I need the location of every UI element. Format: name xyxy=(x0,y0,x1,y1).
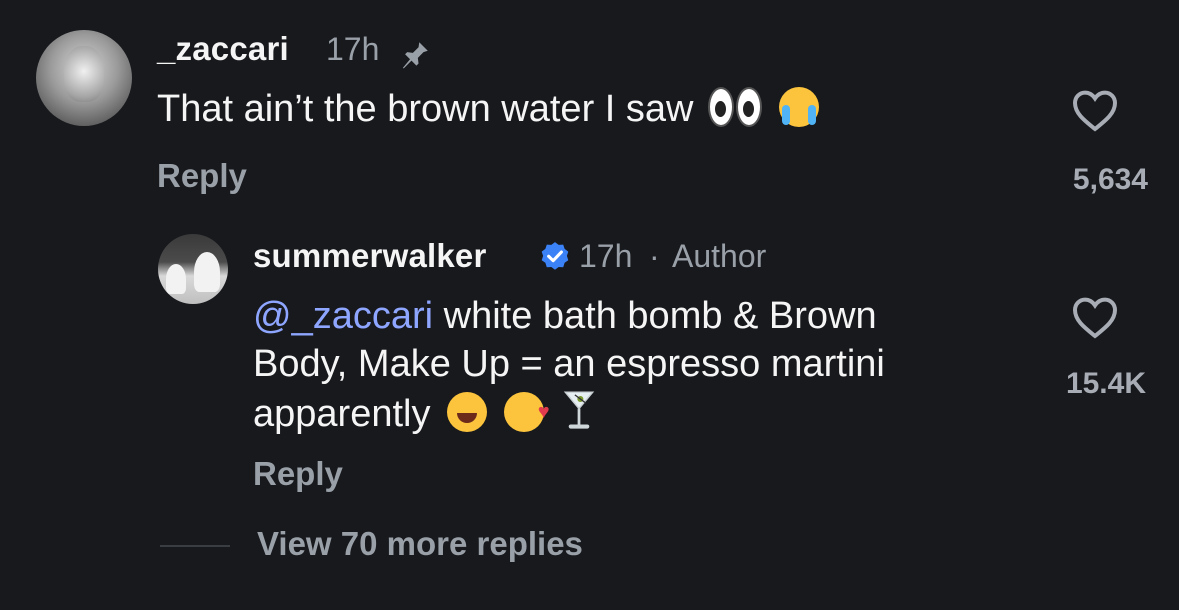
avatar-face xyxy=(64,46,104,102)
verified-badge-icon xyxy=(541,242,569,270)
view-more-replies-button[interactable]: View 70 more replies xyxy=(257,525,583,563)
reply-text-3: apparently xyxy=(253,393,431,435)
reply-line-1: @_zaccari white bath bomb & Brown xyxy=(253,292,885,340)
smiling-face-with-hearts-emoji xyxy=(503,388,550,436)
reply-text-1: white bath bomb & Brown xyxy=(433,295,877,337)
heart-icon-2[interactable] xyxy=(1071,295,1119,339)
comment-body: That ain’t the brown water I saw xyxy=(157,85,819,133)
eyes-emoji xyxy=(708,87,735,127)
avatar-figure xyxy=(166,264,186,294)
reply-username[interactable]: summerwalker xyxy=(253,237,487,275)
reply-body: @_zaccari white bath bomb & Brown Body, … xyxy=(253,292,885,438)
like-count: 5,634 xyxy=(1072,163,1148,196)
tears-of-joy-emoji xyxy=(447,392,488,432)
like-count-2: 15.4K xyxy=(1065,367,1146,400)
thread-divider xyxy=(160,545,230,547)
meta-separator: · xyxy=(649,238,660,274)
comment-time: 17h xyxy=(326,31,380,67)
comment-text: That ain’t the brown water I saw xyxy=(157,88,694,130)
mention-link[interactable]: @_zaccari xyxy=(253,295,433,337)
heart-icon[interactable] xyxy=(1071,88,1119,132)
crying-face-emoji xyxy=(778,87,819,127)
reply-button-2[interactable]: Reply xyxy=(253,455,343,493)
eyes-emoji-right xyxy=(736,87,763,127)
reply-button[interactable]: Reply xyxy=(157,157,247,195)
cocktail-glass-emoji xyxy=(563,391,595,429)
pin-icon xyxy=(402,42,428,69)
reply-line-3: apparently xyxy=(253,388,885,438)
avatar-figure-2 xyxy=(194,252,220,292)
reply-line-2: Body, Make Up = an espresso martini xyxy=(253,343,885,385)
avatar-zaccari[interactable] xyxy=(36,30,132,126)
author-tag: Author xyxy=(672,238,767,274)
avatar-summerwalker[interactable] xyxy=(158,234,228,304)
comment-username[interactable]: _zaccari xyxy=(157,30,289,68)
reply-time: 17h xyxy=(579,238,633,274)
